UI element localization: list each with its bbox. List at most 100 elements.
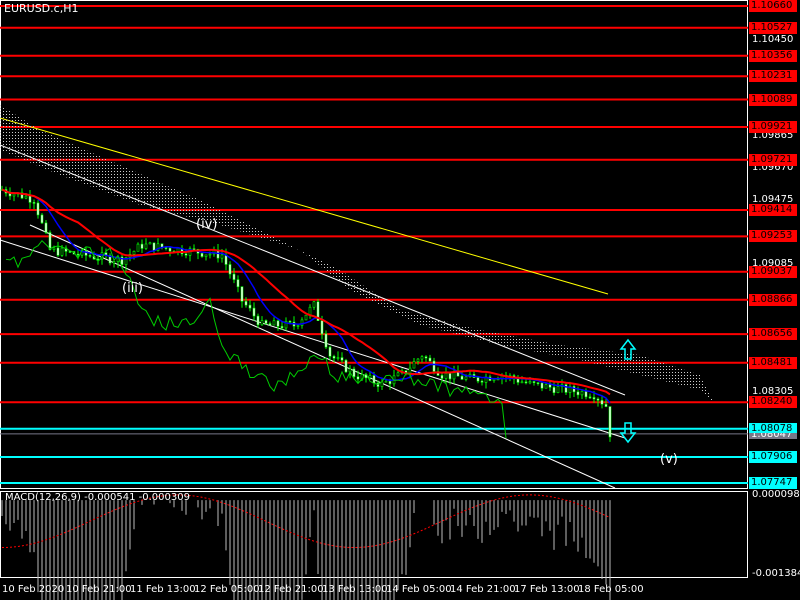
candle bbox=[340, 357, 344, 361]
ma-slow-line bbox=[1, 188, 611, 404]
candle bbox=[52, 247, 56, 250]
candle bbox=[388, 380, 392, 385]
resistance-price-label: 1.10231 bbox=[749, 70, 797, 83]
candle bbox=[136, 243, 140, 252]
resistance-price-label: 1.09253 bbox=[749, 230, 797, 243]
candle bbox=[276, 320, 280, 327]
candle bbox=[204, 254, 208, 257]
candle bbox=[492, 379, 496, 381]
candle bbox=[532, 381, 536, 383]
candle bbox=[396, 372, 400, 377]
resistance-price-label: 1.08240 bbox=[749, 396, 797, 409]
candle bbox=[240, 286, 244, 302]
candle bbox=[552, 387, 556, 393]
candle bbox=[56, 247, 60, 256]
resistance-price-label: 1.08656 bbox=[749, 328, 797, 341]
candle bbox=[608, 406, 612, 438]
candle bbox=[528, 381, 532, 384]
candle bbox=[424, 356, 428, 359]
candle bbox=[280, 326, 284, 329]
candle bbox=[208, 253, 212, 256]
macd-axis-bottom: -0.001384 bbox=[752, 568, 800, 579]
symbol-title: EURUSD.c,H1 bbox=[4, 2, 79, 15]
candle bbox=[480, 380, 484, 383]
candle bbox=[448, 373, 452, 380]
resistance-price-label: 1.08481 bbox=[749, 356, 797, 369]
candle bbox=[556, 386, 560, 393]
candle bbox=[600, 400, 604, 405]
wave-label-v: (v) bbox=[660, 452, 678, 467]
candle bbox=[536, 382, 540, 384]
candle bbox=[312, 301, 316, 308]
candle bbox=[596, 398, 600, 401]
price-chart[interactable] bbox=[0, 0, 800, 600]
candle bbox=[76, 253, 80, 256]
time-tick: 18 Feb 05:00 bbox=[578, 584, 644, 595]
time-tick: 12 Feb 21:00 bbox=[258, 584, 324, 595]
candle bbox=[368, 375, 372, 379]
candle bbox=[44, 222, 48, 233]
time-tick: 13 Feb 13:00 bbox=[322, 584, 388, 595]
wave-label-iv: (iv) bbox=[196, 217, 218, 232]
candle bbox=[592, 397, 596, 400]
yellow-trendline bbox=[0, 117, 609, 295]
candle bbox=[248, 304, 252, 309]
candle bbox=[604, 403, 608, 407]
resistance-price-label: 1.08866 bbox=[749, 293, 797, 306]
candle bbox=[200, 253, 204, 257]
candle bbox=[168, 247, 172, 252]
candle bbox=[232, 273, 236, 280]
candle bbox=[184, 253, 188, 256]
candle bbox=[464, 376, 468, 380]
candle bbox=[32, 202, 36, 204]
candle bbox=[384, 380, 388, 383]
resistance-price-label: 1.10660 bbox=[749, 0, 797, 12]
candle bbox=[372, 375, 376, 384]
candle bbox=[428, 357, 432, 362]
candle bbox=[408, 367, 412, 374]
candle bbox=[236, 279, 240, 288]
candle bbox=[220, 254, 224, 259]
candle bbox=[256, 315, 260, 326]
candle bbox=[260, 320, 264, 326]
candle bbox=[476, 377, 480, 382]
candle bbox=[420, 356, 424, 360]
support-price-label: 1.07747 bbox=[749, 477, 797, 489]
price-tick: 1.10450 bbox=[752, 34, 794, 46]
resistance-price-label: 1.10356 bbox=[749, 49, 797, 62]
candle bbox=[244, 301, 248, 306]
candle bbox=[228, 264, 232, 275]
candle bbox=[520, 381, 524, 384]
resistance-price-label: 1.09037 bbox=[749, 265, 797, 278]
candle bbox=[332, 356, 336, 359]
candle bbox=[584, 391, 588, 398]
candle bbox=[268, 323, 272, 326]
candle bbox=[444, 373, 448, 379]
candle bbox=[352, 368, 356, 377]
time-tick: 14 Feb 21:00 bbox=[450, 584, 516, 595]
candle bbox=[432, 360, 436, 372]
candle bbox=[416, 358, 420, 362]
macd-title: MACD(12,26,9) -0.000541 -0.000309 bbox=[5, 492, 190, 503]
candle bbox=[60, 247, 64, 256]
candle bbox=[440, 375, 444, 379]
candle bbox=[144, 243, 148, 249]
candle bbox=[304, 314, 308, 321]
candle bbox=[516, 378, 520, 383]
candle bbox=[132, 250, 136, 255]
wave-label-iii: (iii) bbox=[122, 281, 143, 296]
candle bbox=[564, 384, 568, 393]
current-price-label: 1.08047 bbox=[749, 432, 797, 439]
candle bbox=[68, 251, 72, 253]
time-tick: 17 Feb 13:00 bbox=[514, 584, 580, 595]
candle bbox=[28, 195, 32, 203]
time-tick: 14 Feb 05:00 bbox=[386, 584, 452, 595]
candle bbox=[192, 248, 196, 250]
main-chart-frame bbox=[0, 0, 748, 489]
candle bbox=[324, 333, 328, 348]
time-tick: 10 Feb 2020 bbox=[2, 584, 65, 595]
resistance-price-label: 1.10089 bbox=[749, 93, 797, 106]
candle bbox=[36, 202, 40, 216]
candle bbox=[152, 242, 156, 251]
candle bbox=[544, 384, 548, 389]
